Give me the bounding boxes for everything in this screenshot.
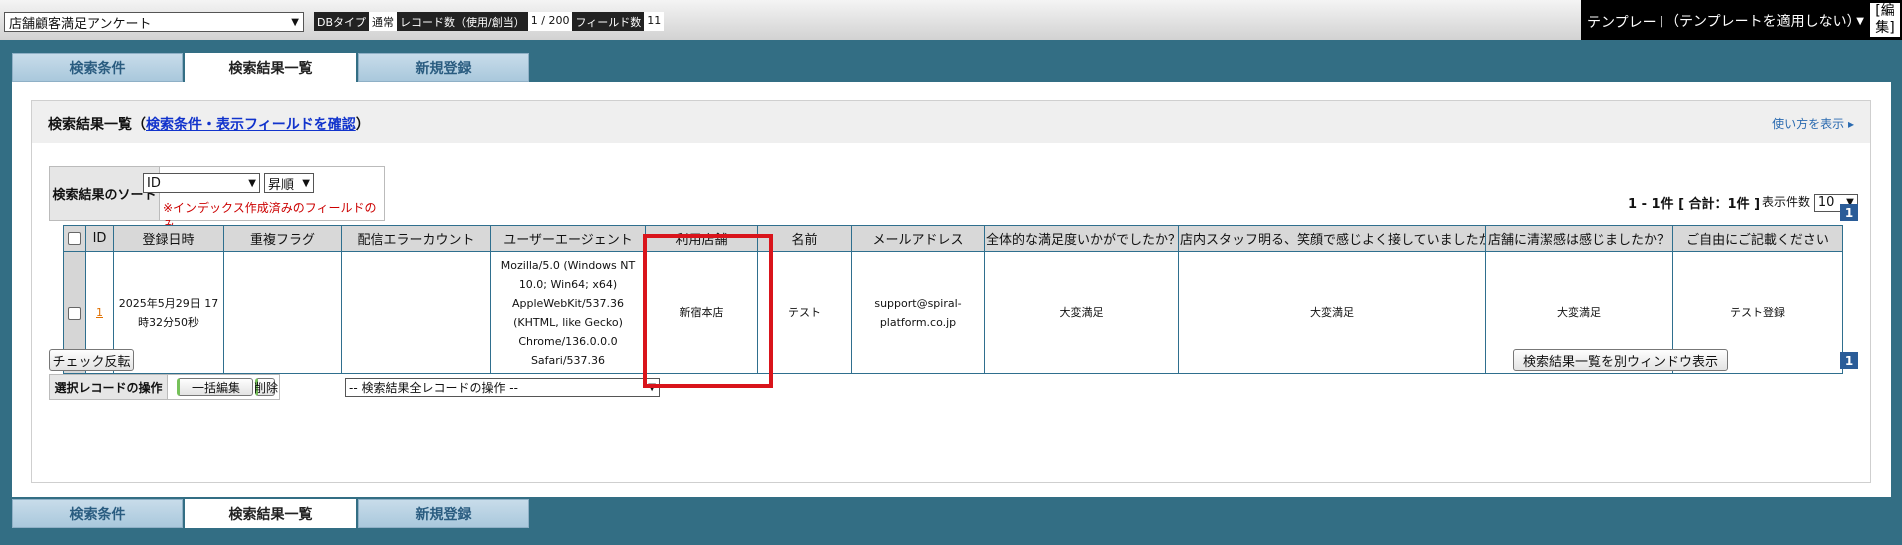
sort-order-value: 昇順: [268, 177, 295, 193]
cell-error-count: [341, 251, 491, 374]
bulk-edit-button[interactable]: 一括編集: [177, 378, 253, 396]
cell-email: support@spiral-platform.co.jp: [851, 251, 985, 374]
column-header[interactable]: ご自由にご記載ください: [1672, 225, 1843, 252]
sort-field-select[interactable]: ID ▼: [143, 173, 260, 193]
sort-box: 検索結果のソート ID ▼ 昇順 ▼ ※インデックス作成済みのフィールドのみ: [49, 166, 385, 232]
per-page-value: 10: [1817, 195, 1835, 210]
template-label: テンプレート: [1587, 15, 1671, 31]
toggle-check-button[interactable]: チェック反転: [49, 349, 134, 371]
db-type-value: 通常: [369, 12, 398, 31]
tab-search-conditions[interactable]: 検索条件: [12, 499, 183, 528]
result-count: 1 - 1件 [ 合計：1件 ]: [1628, 197, 1761, 212]
template-selector: テンプレート （テンプレートを適用しない） ▼ [編集]: [1581, 0, 1902, 40]
page-title: 検索結果一覧（検索条件・表示フィールドを確認）: [48, 117, 370, 133]
column-header[interactable]: メールアドレス: [851, 225, 985, 252]
database-select-value: 店舗顧客満足アンケート: [9, 16, 152, 32]
pagination-page-bottom[interactable]: 1: [1840, 352, 1858, 369]
db-info: DBタイプ 通常 レコード数（使用/創当） 1 / 200 フィールド数 11: [314, 12, 665, 31]
results-title: 検索結果一覧: [48, 117, 132, 133]
select-all-checkbox[interactable]: [68, 232, 81, 245]
tab-search-results[interactable]: 検索結果一覧: [185, 499, 356, 528]
table-header-row: ID 登録日時 重複フラグ 配信エラーカウント ユーザーエージェント 利用店舗 …: [63, 225, 1843, 252]
all-records-ops-select[interactable]: -- 検索結果全レコードの操作 -- ▼: [345, 378, 660, 397]
select-all-checkbox-cell: [63, 225, 86, 252]
template-select-value: （テンプレートを適用しない）: [1665, 14, 1861, 30]
sort-field-value: ID: [147, 175, 161, 191]
cell-q2: 大変満足: [1178, 251, 1486, 374]
column-header[interactable]: ID: [85, 225, 114, 252]
chevron-down-icon: ▼: [248, 177, 256, 189]
selected-ops-box: 選択レコードの操作 一括編集 削除: [49, 374, 280, 400]
top-bar: 店舗顧客満足アンケート ▼ DBタイプ 通常 レコード数（使用/創当） 1 / …: [0, 0, 1902, 40]
field-count-label: フィールド数: [572, 12, 645, 31]
cell-dup-flag: [223, 251, 342, 374]
column-header[interactable]: 重複フラグ: [223, 225, 342, 252]
tab-new-record[interactable]: 新規登録: [358, 499, 529, 528]
record-id-link[interactable]: 1: [96, 306, 103, 319]
chevron-down-icon: ▼: [302, 177, 310, 189]
per-page-label: 表示件数: [1762, 195, 1811, 209]
open-results-window-button[interactable]: 検索結果一覧を別ウィンドウ表示: [1513, 349, 1728, 371]
record-count-value: 1 / 200: [527, 12, 573, 31]
results-header: 検索結果一覧（検索条件・表示フィールドを確認） 使い方を表示 ▸: [32, 101, 1870, 143]
column-header[interactable]: 店内スタッフ明る、笑顔で感じよく接していましたか？: [1178, 225, 1486, 252]
column-header[interactable]: ユーザーエージェント: [490, 225, 646, 252]
tab-new-record[interactable]: 新規登録: [358, 53, 529, 82]
tab-bar-bottom: 検索条件 検索結果一覧 新規登録: [12, 499, 531, 528]
row-checkbox[interactable]: [68, 306, 81, 320]
cell-q1: 大変満足: [984, 251, 1179, 374]
delete-button[interactable]: 削除: [254, 378, 278, 396]
column-header[interactable]: 配信エラーカウント: [341, 225, 491, 252]
tab-search-results[interactable]: 検索結果一覧: [185, 53, 356, 82]
howto-link[interactable]: 使い方を表示 ▸: [1772, 115, 1854, 132]
template-edit-link[interactable]: [編集]: [1870, 3, 1900, 37]
all-records-ops-value: -- 検索結果全レコードの操作 --: [349, 381, 518, 395]
record-count-label: レコード数（使用/創当）: [397, 12, 528, 31]
selected-ops-label: 選択レコードの操作: [50, 375, 168, 399]
tab-bar-top: 検索条件 検索結果一覧 新規登録: [12, 53, 531, 82]
main-panel: 検索結果一覧（検索条件・表示フィールドを確認） 使い方を表示 ▸ 検索結果のソー…: [12, 82, 1891, 497]
search-conditions-link[interactable]: 検索条件・表示フィールドを確認: [146, 117, 356, 133]
template-select[interactable]: （テンプレートを適用しない） ▼: [1662, 10, 1867, 32]
results-card: 検索結果一覧（検索条件・表示フィールドを確認） 使い方を表示 ▸ 検索結果のソー…: [31, 100, 1871, 483]
column-header[interactable]: 登録日時: [113, 225, 224, 252]
chevron-down-icon: ▼: [291, 16, 299, 28]
pagination-page-top[interactable]: 1: [1840, 204, 1858, 221]
cell-user-agent: Mozilla/5.0 (Windows NT 10.0; Win64; x64…: [490, 251, 646, 374]
highlight-box: [643, 234, 773, 388]
tab-search-conditions[interactable]: 検索条件: [12, 53, 183, 82]
field-count-value: 11: [644, 12, 665, 31]
db-type-label: DBタイプ: [314, 12, 370, 31]
sort-order-select[interactable]: 昇順 ▼: [264, 173, 314, 193]
column-header[interactable]: 全体的な満足度いかがでしたか？: [984, 225, 1179, 252]
chevron-down-icon: ▼: [1856, 15, 1864, 27]
database-select[interactable]: 店舗顧客満足アンケート ▼: [4, 12, 304, 32]
column-header[interactable]: 店舗に清潔感は感じましたか？: [1485, 225, 1673, 252]
